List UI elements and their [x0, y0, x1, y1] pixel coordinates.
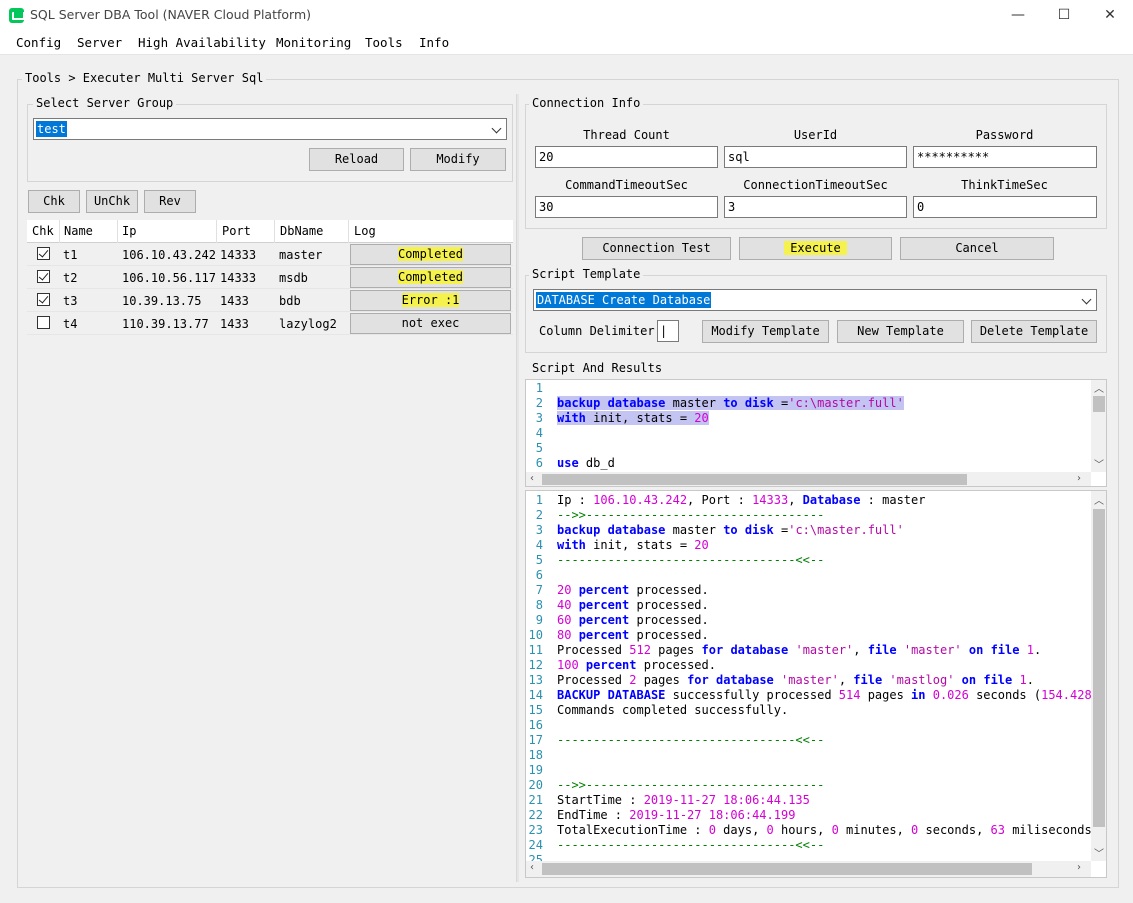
template-select[interactable]: DATABASE Create Database	[533, 289, 1097, 311]
table-row[interactable]: t2 106.10.56.117 14333 msdb Completed	[27, 266, 513, 289]
row-log: Completed	[397, 270, 464, 284]
column-delimiter-label: Column Delimiter	[539, 324, 655, 338]
chevron-down-icon	[491, 123, 502, 134]
row-log: Error :1	[401, 293, 460, 307]
row-ip: 106.10.43.242	[122, 248, 216, 262]
row-port: 14333	[220, 271, 257, 285]
thread-count-input[interactable]: 20	[535, 146, 718, 168]
col-dbname[interactable]: DbName	[280, 224, 323, 238]
chevron-down-icon	[1081, 294, 1092, 305]
delete-template-button[interactable]: Delete Template	[971, 320, 1097, 343]
table-row[interactable]: t3 10.39.13.75 1433 bdb Error :1	[27, 289, 513, 312]
server-group-value: test	[36, 121, 67, 137]
window-title: SQL Server DBA Tool (NAVER Cloud Platfor…	[30, 7, 312, 22]
table-row[interactable]: t1 106.10.43.242 14333 master Completed	[27, 243, 513, 266]
app-icon	[9, 8, 25, 23]
row-db: master	[279, 248, 323, 262]
column-delimiter-input[interactable]: |	[657, 320, 679, 342]
think-time-input[interactable]: 0	[913, 196, 1097, 218]
col-ip[interactable]: Ip	[122, 224, 136, 238]
execute-label: Execute	[784, 241, 847, 255]
row-log: Completed	[397, 247, 464, 261]
script-hscroll[interactable]: ‹ ›	[526, 472, 1091, 486]
menu-high-availability[interactable]: High Availability	[138, 35, 266, 50]
conn-timeout-label: ConnectionTimeoutSec	[743, 178, 888, 192]
row-log-button[interactable]: Error :1	[350, 290, 511, 311]
title-bar: SQL Server DBA Tool (NAVER Cloud Platfor…	[0, 0, 1133, 31]
row-checkbox[interactable]	[37, 247, 50, 260]
cmd-timeout-label: CommandTimeoutSec	[565, 178, 688, 192]
splitter[interactable]	[516, 94, 519, 882]
menu-monitoring[interactable]: Monitoring	[276, 35, 351, 50]
script-editor[interactable]: 1 2 3 4 5 6 backup database master to di…	[525, 379, 1107, 487]
modify-button[interactable]: Modify	[410, 148, 506, 171]
connection-info-label: Connection Info	[529, 96, 644, 110]
think-time-label: ThinkTimeSec	[961, 178, 1048, 192]
col-name[interactable]: Name	[64, 224, 93, 238]
row-log-button[interactable]: Completed	[350, 267, 511, 288]
script-template-label: Script Template	[529, 267, 644, 281]
server-group-label: Select Server Group	[33, 96, 177, 110]
row-checkbox[interactable]	[37, 293, 50, 306]
password-input[interactable]: **********	[913, 146, 1097, 168]
reload-button[interactable]: Reload	[309, 148, 404, 171]
reverse-check-button[interactable]: Rev	[144, 190, 196, 213]
new-template-button[interactable]: New Template	[837, 320, 964, 343]
menu-tools[interactable]: Tools	[365, 35, 403, 50]
check-all-button[interactable]: Chk	[28, 190, 80, 213]
userid-input[interactable]: sql	[724, 146, 907, 168]
modify-template-button[interactable]: Modify Template	[702, 320, 829, 343]
connection-test-button[interactable]: Connection Test	[582, 237, 731, 260]
password-label: Password	[975, 128, 1034, 142]
row-db: lazylog2	[279, 317, 337, 331]
row-db: bdb	[279, 294, 301, 308]
template-value: DATABASE Create Database	[536, 292, 712, 308]
table-row[interactable]: t4 110.39.13.77 1433 lazylog2 not exec	[27, 312, 513, 335]
row-ip: 106.10.56.117	[122, 271, 216, 285]
results-editor[interactable]: 1 2 3 4 5 6 7 8 9 10 11 12 13 14 15 16 1…	[525, 490, 1107, 878]
row-name: t4	[63, 317, 78, 331]
row-log: not exec	[401, 316, 460, 330]
row-name: t1	[63, 248, 78, 262]
results-vscroll[interactable]: ︿ ﹀	[1091, 491, 1106, 861]
menu-server[interactable]: Server	[77, 35, 122, 50]
menu-config[interactable]: Config	[16, 35, 61, 50]
server-group-select[interactable]: test	[33, 118, 507, 140]
grid-header: Chk Name Ip Port DbName Log	[27, 220, 513, 243]
minimize-button[interactable]: —	[995, 0, 1041, 31]
row-log-button[interactable]: Completed	[350, 244, 511, 265]
row-db: msdb	[279, 271, 308, 285]
row-port: 1433	[220, 294, 249, 308]
row-port: 14333	[220, 248, 257, 262]
menu-bar: Config Server High Availability Monitori…	[0, 31, 1133, 55]
breadcrumb: Tools > Executer Multi Server Sql	[22, 71, 267, 85]
maximize-button[interactable]: ☐	[1041, 0, 1087, 31]
results-hscroll[interactable]: ‹ ›	[526, 861, 1091, 877]
execute-button[interactable]: Execute	[739, 237, 892, 260]
col-log[interactable]: Log	[354, 224, 376, 238]
col-chk[interactable]: Chk	[32, 224, 54, 238]
cancel-button[interactable]: Cancel	[900, 237, 1054, 260]
row-ip: 10.39.13.75	[122, 294, 202, 308]
row-ip: 110.39.13.77	[122, 317, 209, 331]
thread-count-label: Thread Count	[583, 128, 670, 142]
userid-label: UserId	[793, 128, 838, 142]
script-results-label: Script And Results	[529, 361, 666, 375]
row-checkbox[interactable]	[37, 270, 50, 283]
row-port: 1433	[220, 317, 249, 331]
row-log-button[interactable]: not exec	[350, 313, 511, 334]
row-name: t3	[63, 294, 78, 308]
close-button[interactable]: ✕	[1087, 0, 1133, 31]
cmd-timeout-input[interactable]: 30	[535, 196, 718, 218]
script-vscroll[interactable]: ︿ ﹀	[1091, 380, 1106, 472]
menu-info[interactable]: Info	[419, 35, 449, 50]
conn-timeout-input[interactable]: 3	[724, 196, 907, 218]
row-checkbox[interactable]	[37, 316, 50, 329]
col-port[interactable]: Port	[222, 224, 251, 238]
uncheck-all-button[interactable]: UnChk	[86, 190, 138, 213]
row-name: t2	[63, 271, 78, 285]
